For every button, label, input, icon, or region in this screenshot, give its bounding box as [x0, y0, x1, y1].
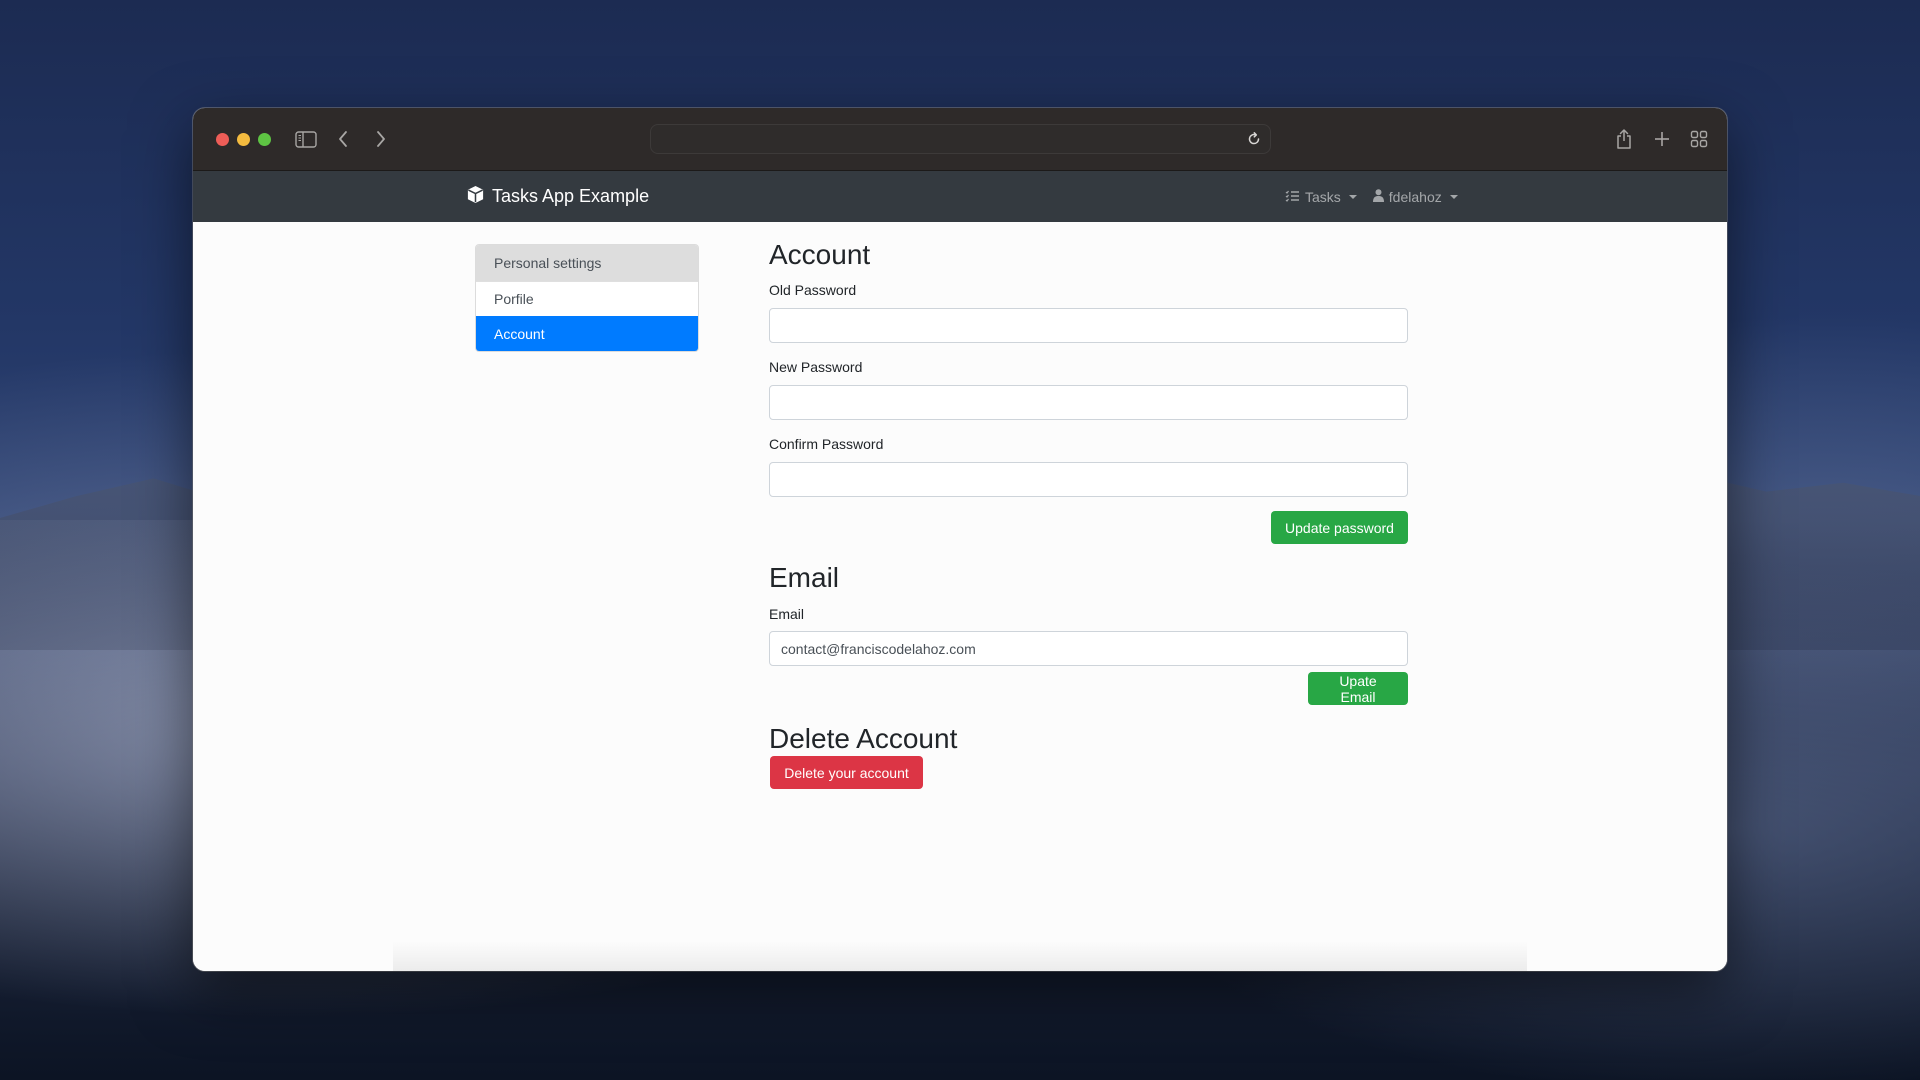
sidebar-header: Personal settings — [476, 245, 698, 281]
sidebar-icon[interactable] — [293, 126, 319, 152]
app-navbar: Tasks App Example Tasks fdelahoz — [193, 171, 1727, 222]
sidebar-item-account[interactable]: Account — [476, 316, 698, 351]
browser-window: Tasks App Example Tasks fdelahoz Persona… — [193, 108, 1727, 971]
delete-account-button[interactable]: Delete your account — [770, 756, 923, 789]
settings-sidebar: Personal settings Porfile Account — [475, 244, 699, 352]
user-dropdown[interactable]: fdelahoz — [1372, 188, 1458, 205]
new-password-input[interactable] — [769, 385, 1408, 420]
zoom-window-button[interactable] — [258, 133, 271, 146]
user-label: fdelahoz — [1388, 188, 1442, 205]
close-window-button[interactable] — [216, 133, 229, 146]
brand-title: Tasks App Example — [492, 186, 650, 206]
tasks-dropdown[interactable]: Tasks — [1285, 189, 1357, 205]
confirm-password-input[interactable] — [769, 462, 1408, 497]
minimize-window-button[interactable] — [237, 133, 250, 146]
url-bar[interactable] — [650, 124, 1271, 154]
page-content: Personal settings Porfile Account Accoun… — [193, 222, 1727, 971]
update-password-button[interactable]: Update password — [1271, 511, 1408, 544]
email-input[interactable] — [769, 631, 1408, 666]
caret-down-icon — [1348, 194, 1357, 199]
list-icon — [1285, 189, 1300, 205]
user-icon — [1372, 188, 1384, 205]
new-password-label: New Password — [769, 359, 863, 375]
update-email-button[interactable]: Upate Email — [1308, 672, 1408, 705]
account-heading: Account — [769, 239, 871, 270]
delete-account-heading: Delete Account — [769, 723, 958, 754]
email-heading: Email — [769, 562, 840, 593]
sidebar-item-profile[interactable]: Porfile — [476, 281, 698, 316]
reload-icon[interactable] — [1246, 131, 1262, 147]
old-password-input[interactable] — [769, 308, 1408, 343]
share-icon[interactable] — [1613, 126, 1635, 152]
old-password-label: Old Password — [769, 282, 857, 298]
navbar-brand[interactable]: Tasks App Example — [466, 171, 649, 222]
bottom-shadow — [393, 941, 1527, 971]
email-label: Email — [769, 606, 805, 622]
caret-down-icon — [1449, 194, 1458, 199]
cube-icon — [466, 185, 485, 209]
confirm-password-label: Confirm Password — [769, 436, 884, 452]
plus-icon[interactable] — [1651, 126, 1673, 152]
tasks-label: Tasks — [1305, 188, 1341, 205]
chevron-left-icon[interactable] — [331, 126, 355, 152]
chevron-right-icon[interactable] — [369, 126, 393, 152]
browser-toolbar — [193, 108, 1727, 171]
grid-icon[interactable] — [1688, 126, 1710, 152]
